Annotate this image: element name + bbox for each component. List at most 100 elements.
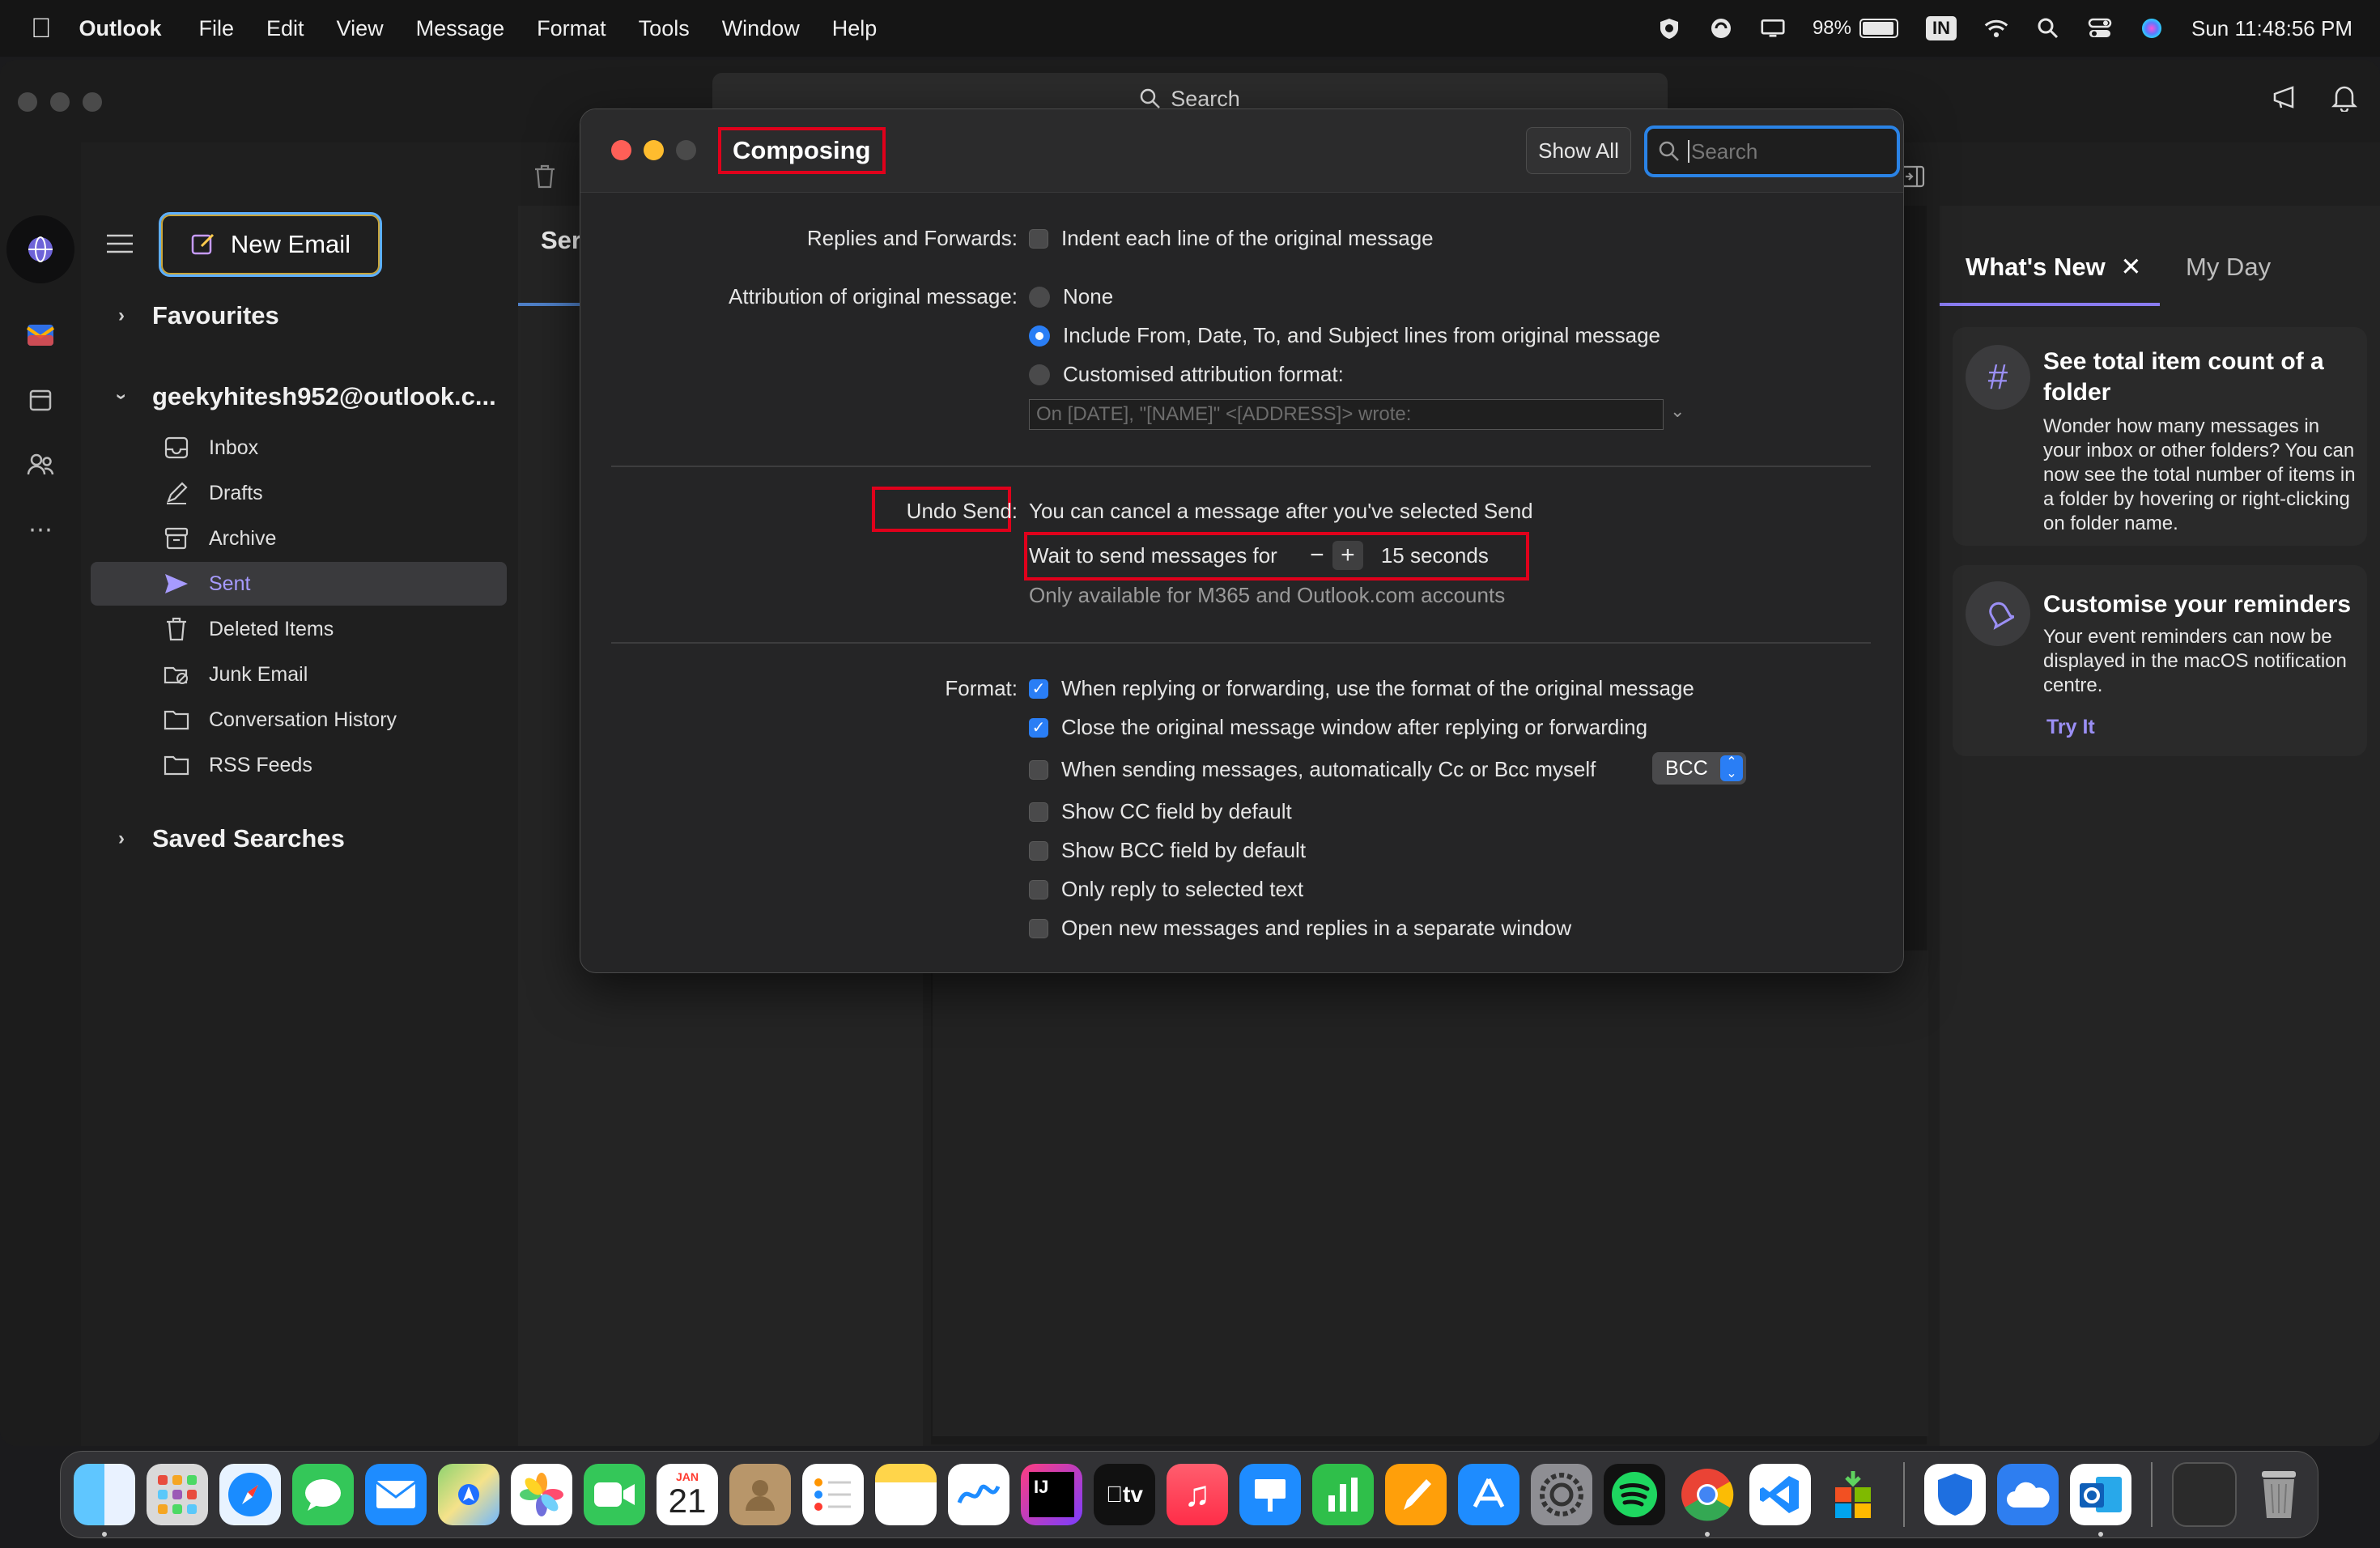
- attribution-format-field[interactable]: On [DATE], "[NAME]" <[ADDRESS]> wrote:: [1029, 399, 1664, 430]
- rail-calendar-button[interactable]: [8, 368, 73, 432]
- folder-rss-feeds[interactable]: RSS Feeds: [91, 743, 507, 787]
- attribution-include-radio[interactable]: [1029, 325, 1050, 347]
- checkmark-icon[interactable]: ✓: [1029, 678, 1048, 699]
- menu-window[interactable]: Window: [722, 16, 800, 41]
- rail-mail-button[interactable]: [8, 303, 73, 368]
- dock-onedrive-icon[interactable]: [1997, 1464, 2059, 1525]
- menu-app-name[interactable]: Outlook: [79, 16, 162, 41]
- auto-cc-checkbox[interactable]: [1029, 759, 1048, 780]
- control-center-icon[interactable]: [2088, 16, 2112, 40]
- menu-tools[interactable]: Tools: [639, 16, 690, 41]
- new-email-button[interactable]: New Email: [159, 212, 382, 277]
- close-icon[interactable]: ✕: [2120, 253, 2141, 281]
- dock-freeform-icon[interactable]: [948, 1464, 1009, 1525]
- preferences-search-input[interactable]: Search: [1644, 125, 1900, 177]
- folder-sent[interactable]: Sent: [91, 562, 507, 606]
- dock-keynote-icon[interactable]: [1239, 1464, 1301, 1525]
- format-option-row[interactable]: Open new messages and replies in a separ…: [1029, 916, 1571, 941]
- show-all-button[interactable]: Show All: [1526, 127, 1631, 174]
- bell-icon[interactable]: [2331, 84, 2357, 112]
- megaphone-icon[interactable]: [2272, 84, 2301, 110]
- favourites-section[interactable]: › Favourites: [113, 301, 279, 330]
- dock-reminders-icon[interactable]: [802, 1464, 864, 1525]
- reply-selected-checkbox[interactable]: [1029, 879, 1048, 899]
- folder-deleted-items[interactable]: Deleted Items: [91, 607, 507, 651]
- menu-file[interactable]: File: [199, 16, 235, 41]
- rail-more-button[interactable]: ⋯: [8, 497, 73, 562]
- dock-music-icon[interactable]: ♫: [1167, 1464, 1228, 1525]
- dock-calendar-icon[interactable]: JAN 21: [657, 1464, 718, 1525]
- siri-icon[interactable]: [2140, 16, 2164, 40]
- screen-time-icon[interactable]: [1709, 16, 1733, 40]
- indent-checkbox-row[interactable]: Indent each line of the original message: [1029, 226, 1434, 251]
- dock-finder-icon[interactable]: [74, 1464, 135, 1537]
- saved-searches-section[interactable]: › Saved Searches: [113, 824, 345, 853]
- dock-system-settings-icon[interactable]: [1531, 1464, 1592, 1525]
- dock-photos-icon[interactable]: [511, 1464, 572, 1525]
- folder-archive[interactable]: Archive: [91, 517, 507, 560]
- apple-menu-icon[interactable]: : [31, 13, 52, 45]
- dock-app-store-icon[interactable]: [1458, 1464, 1519, 1525]
- dialog-close-button[interactable]: [611, 140, 631, 160]
- menu-edit[interactable]: Edit: [266, 16, 304, 41]
- dock-numbers-icon[interactable]: [1312, 1464, 1374, 1525]
- menu-clock[interactable]: Sun 11:48:56 PM: [2191, 16, 2352, 41]
- hamburger-menu-icon[interactable]: [105, 233, 134, 254]
- window-zoom-button[interactable]: [83, 92, 102, 112]
- dialog-zoom-button[interactable]: [676, 140, 696, 160]
- wait-stepper[interactable]: − +: [1302, 541, 1363, 570]
- plus-icon[interactable]: +: [1332, 541, 1363, 570]
- dialog-minimize-button[interactable]: [644, 140, 664, 160]
- rail-people-button[interactable]: [8, 432, 73, 497]
- display-icon[interactable]: [1761, 16, 1785, 40]
- folder-drafts[interactable]: Drafts: [91, 471, 507, 515]
- dock-mail-icon[interactable]: [365, 1464, 427, 1525]
- dock-spotify-icon[interactable]: [1604, 1464, 1665, 1525]
- indent-checkbox[interactable]: [1029, 228, 1048, 249]
- dock-outlook-icon[interactable]: [2070, 1464, 2131, 1537]
- tab-whats-new[interactable]: What's New ✕: [1966, 253, 2141, 282]
- try-it-link[interactable]: Try It: [2046, 716, 2095, 739]
- tab-my-day[interactable]: My Day: [2186, 253, 2271, 282]
- format-option-row[interactable]: ✓ When replying or forwarding, use the f…: [1029, 676, 1694, 701]
- dock-intellij-icon[interactable]: IJ: [1021, 1464, 1082, 1525]
- dock-vscode-icon[interactable]: [1749, 1464, 1811, 1525]
- dock-facetime-icon[interactable]: [584, 1464, 645, 1525]
- dock-pages-icon[interactable]: [1385, 1464, 1447, 1525]
- dock-screenshot-thumbnail[interactable]: [2172, 1462, 2237, 1527]
- format-option-row[interactable]: Only reply to selected text: [1029, 877, 1303, 902]
- attribution-none-radio-row[interactable]: None: [1029, 284, 1113, 309]
- attribution-custom-radio[interactable]: [1029, 364, 1050, 385]
- dock-messages-icon[interactable]: [292, 1464, 354, 1525]
- dock-contacts-icon[interactable]: [729, 1464, 791, 1525]
- window-minimize-button[interactable]: [50, 92, 70, 112]
- format-option-row[interactable]: Show BCC field by default: [1029, 838, 1306, 863]
- dock-microsoft-store-icon[interactable]: [1822, 1464, 1884, 1525]
- message-list-tab[interactable]: Ser: [541, 226, 581, 255]
- minus-icon[interactable]: −: [1302, 541, 1332, 570]
- vpn-icon[interactable]: [1657, 16, 1681, 40]
- menu-format[interactable]: Format: [537, 16, 606, 41]
- menu-message[interactable]: Message: [416, 16, 505, 41]
- show-cc-checkbox[interactable]: [1029, 802, 1048, 822]
- show-bcc-checkbox[interactable]: [1029, 840, 1048, 861]
- folder-junk-email[interactable]: Junk Email: [91, 653, 507, 696]
- wifi-icon[interactable]: [1984, 16, 2008, 40]
- menu-help[interactable]: Help: [832, 16, 878, 41]
- checkmark-icon[interactable]: ✓: [1029, 717, 1048, 738]
- menu-view[interactable]: View: [337, 16, 384, 41]
- dock-notes-icon[interactable]: [875, 1464, 937, 1525]
- spotlight-search-icon[interactable]: [2036, 16, 2060, 40]
- battery-status[interactable]: 98%: [1813, 17, 1898, 40]
- account-section[interactable]: › geekyhitesh952@outlook.c...: [111, 382, 496, 411]
- format-option-row[interactable]: When sending messages, automatically Cc …: [1029, 757, 1596, 782]
- attribution-include-radio-row[interactable]: Include From, Date, To, and Subject line…: [1029, 323, 1660, 348]
- format-option-row[interactable]: Show CC field by default: [1029, 799, 1292, 824]
- input-source[interactable]: IN: [1926, 16, 1957, 40]
- folder-inbox[interactable]: Inbox: [91, 426, 507, 470]
- cc-bcc-select[interactable]: BCC ⌃ ⌄: [1652, 752, 1746, 785]
- attribution-none-radio[interactable]: [1029, 286, 1050, 308]
- dock-chrome-icon[interactable]: [1677, 1464, 1738, 1537]
- separate-window-checkbox[interactable]: [1029, 918, 1048, 938]
- folder-conversation-history[interactable]: Conversation History: [91, 698, 507, 742]
